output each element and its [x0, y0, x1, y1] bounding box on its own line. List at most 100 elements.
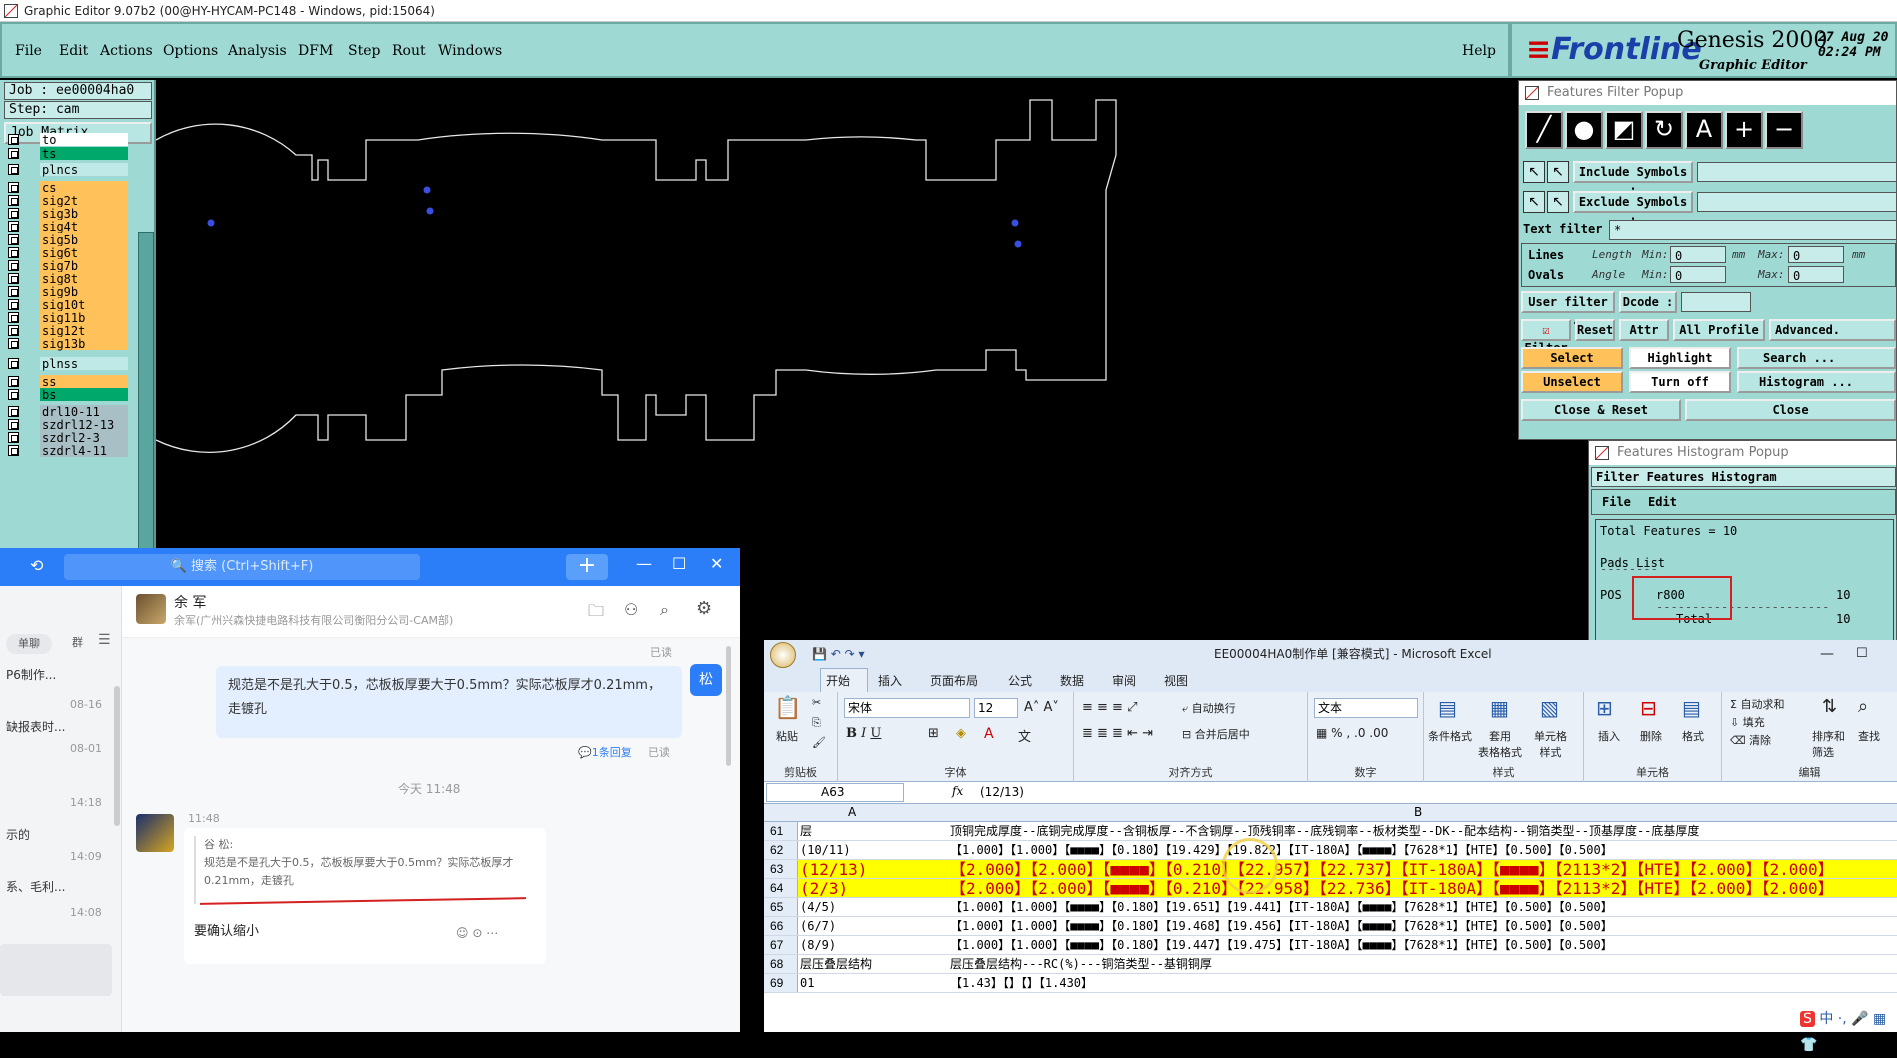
contact-avatar[interactable] — [136, 594, 166, 624]
merge-center-button[interactable]: ⊟ 合并后居中 — [1182, 726, 1250, 742]
all-profile-dropdown[interactable]: All Profile — [1673, 319, 1765, 341]
paste-icon[interactable]: 📋 — [774, 696, 801, 721]
layer-name[interactable]: plnss — [40, 357, 128, 371]
layer-checkbox[interactable] — [8, 299, 19, 310]
layer-checkbox[interactable] — [8, 445, 19, 456]
line-tool-icon[interactable]: ╱ — [1525, 111, 1563, 149]
layer-checkbox[interactable] — [8, 389, 19, 400]
histogram-menu-file[interactable]: File — [1602, 495, 1631, 509]
length-min-input[interactable]: 0 — [1670, 246, 1726, 263]
table-format-icon[interactable]: ▦ — [1490, 696, 1509, 720]
cell-b[interactable]: 【1.000】【1.000】【■■■■】【0.180】【19.651】【19.4… — [950, 898, 1897, 916]
layer-checkbox[interactable] — [8, 208, 19, 219]
layer-checkbox[interactable] — [8, 432, 19, 443]
row-number[interactable]: 65 — [764, 898, 798, 916]
cell-a[interactable]: 层压叠层结构 — [798, 955, 949, 973]
text-tool-icon[interactable]: A — [1685, 111, 1723, 149]
menu-actions[interactable]: Actions — [100, 43, 153, 59]
menu-file[interactable]: File — [15, 43, 42, 59]
unselect-button[interactable]: Unselect — [1521, 371, 1623, 393]
grow-font-icon[interactable]: A˄ A˅ — [1024, 700, 1059, 715]
layer-checkbox[interactable] — [8, 358, 19, 369]
layer-checkbox[interactable] — [8, 260, 19, 271]
layer-checkbox[interactable] — [8, 182, 19, 193]
tab-insert[interactable]: 插入 — [878, 672, 902, 689]
angle-min-input[interactable]: 0 — [1670, 266, 1726, 283]
tab-single-chat[interactable]: 单聊 — [6, 634, 52, 654]
add-icon[interactable]: + — [566, 554, 608, 580]
number-format-select[interactable]: 文本 — [1314, 698, 1418, 718]
format-cells-icon[interactable]: ▤ — [1682, 696, 1701, 720]
layer-checkbox[interactable] — [8, 312, 19, 323]
settings-gear-icon[interactable]: ⚙ — [696, 598, 712, 619]
menu-edit[interactable]: Edit — [59, 43, 88, 59]
menu-help[interactable]: Help — [1462, 43, 1496, 59]
maximize-icon[interactable]: ☐ — [672, 554, 686, 573]
tab-page-layout[interactable]: 页面布局 — [930, 672, 978, 689]
arc-tool-icon[interactable]: ↻ — [1645, 111, 1683, 149]
format-cells-button[interactable]: 格式 — [1682, 728, 1704, 744]
clear-button[interactable]: ⌫ 清除 — [1730, 732, 1771, 748]
excel-minimize-icon[interactable]: — — [1820, 640, 1834, 668]
tab-view[interactable]: 视图 — [1164, 672, 1188, 689]
reset-button[interactable]: Reset — [1575, 319, 1615, 341]
conversation-preview[interactable]: 示的 — [6, 826, 124, 843]
cell-a[interactable]: 层 — [798, 822, 949, 840]
close-button[interactable]: Close — [1685, 399, 1896, 421]
cut-icon[interactable]: ✂ — [812, 696, 821, 709]
menu-step[interactable]: Step — [348, 43, 380, 59]
halign-icons[interactable]: ≣ ≣ ≣ ⇤ ⇥ — [1082, 726, 1153, 741]
folder-icon[interactable]: 🗀 — [588, 600, 604, 627]
list-menu-icon[interactable]: ☰ — [98, 632, 111, 648]
include-symbols-input[interactable] — [1697, 162, 1897, 182]
row-number[interactable]: 68 — [764, 955, 798, 973]
layer-row[interactable]: ts — [6, 146, 128, 161]
attr-button[interactable]: Attr ... — [1619, 319, 1669, 355]
angle-max-input[interactable]: 0 — [1788, 266, 1844, 283]
minimize-icon[interactable]: — — [636, 554, 652, 573]
column-b-header[interactable]: B — [1414, 805, 1422, 819]
chat-scrollbar[interactable] — [726, 646, 731, 766]
layer-row[interactable]: plnss — [6, 356, 128, 371]
layer-checkbox[interactable] — [8, 286, 19, 297]
cell-b[interactable]: 【1.000】【1.000】【■■■■】【0.180】【19.447】【19.4… — [950, 936, 1897, 954]
add-member-icon[interactable]: ⚇ — [624, 600, 638, 619]
sort-filter-button[interactable]: 排序和 筛选 — [1812, 728, 1845, 760]
table-format-button[interactable]: 套用 表格格式 — [1478, 728, 1522, 760]
selected-conversation[interactable] — [0, 944, 112, 996]
cell-a[interactable]: (4/5) — [798, 898, 949, 916]
border-icon[interactable]: ⊞ — [928, 726, 939, 741]
menu-analysis[interactable]: Analysis — [228, 43, 287, 59]
sender-avatar[interactable] — [136, 814, 174, 852]
row-number[interactable]: 66 — [764, 917, 798, 935]
negative-polarity-icon[interactable]: − — [1765, 111, 1803, 149]
tab-formulas[interactable]: 公式 — [1008, 672, 1032, 689]
dcode-button[interactable]: Dcode : — [1619, 291, 1677, 313]
delete-cells-icon[interactable]: ⊟ — [1640, 696, 1657, 720]
include-symbols-button[interactable]: Include Symbols : — [1573, 161, 1693, 197]
cell-a[interactable]: (6/7) — [798, 917, 949, 935]
copy-icon[interactable]: ⎘ — [812, 716, 821, 730]
conversation-preview[interactable]: 系、毛利... — [6, 878, 124, 895]
layer-checkbox[interactable] — [8, 338, 19, 349]
emoji-icon[interactable]: ☺ ⊙ ⋯ — [456, 926, 498, 940]
find-button[interactable]: 查找 — [1858, 728, 1880, 744]
text-filter-input[interactable]: * — [1609, 220, 1897, 240]
chat-search-input[interactable]: 🔍 搜索 (Ctrl+Shift+F) — [64, 554, 420, 580]
tab-group-chat[interactable]: 群 — [72, 634, 83, 650]
fill-color-icon[interactable]: ◈ — [956, 726, 966, 741]
menu-rout[interactable]: Rout — [392, 43, 426, 59]
select-button[interactable]: Select — [1521, 347, 1623, 369]
reply-message-bubble[interactable]: 谷 松: 规范是不是孔大于0.5，芯板板厚要大于0.5mm？实际芯板厚才0.21… — [184, 828, 546, 964]
conversation-scrollbar[interactable] — [114, 686, 120, 826]
cell-style-icon[interactable]: ▧ — [1540, 696, 1559, 720]
layer-name[interactable]: ts — [40, 147, 128, 161]
layer-checkbox[interactable] — [8, 148, 19, 159]
layer-checkbox[interactable] — [8, 164, 19, 175]
length-max-input[interactable]: 0 — [1788, 246, 1844, 263]
layer-row[interactable]: szdrl4-11 — [6, 443, 128, 458]
cell-a[interactable]: (8/9) — [798, 936, 949, 954]
layer-checkbox[interactable] — [8, 134, 19, 145]
user-filter-button[interactable]: User filter ... — [1521, 291, 1615, 327]
close-reset-button[interactable]: Close & Reset — [1521, 399, 1681, 421]
